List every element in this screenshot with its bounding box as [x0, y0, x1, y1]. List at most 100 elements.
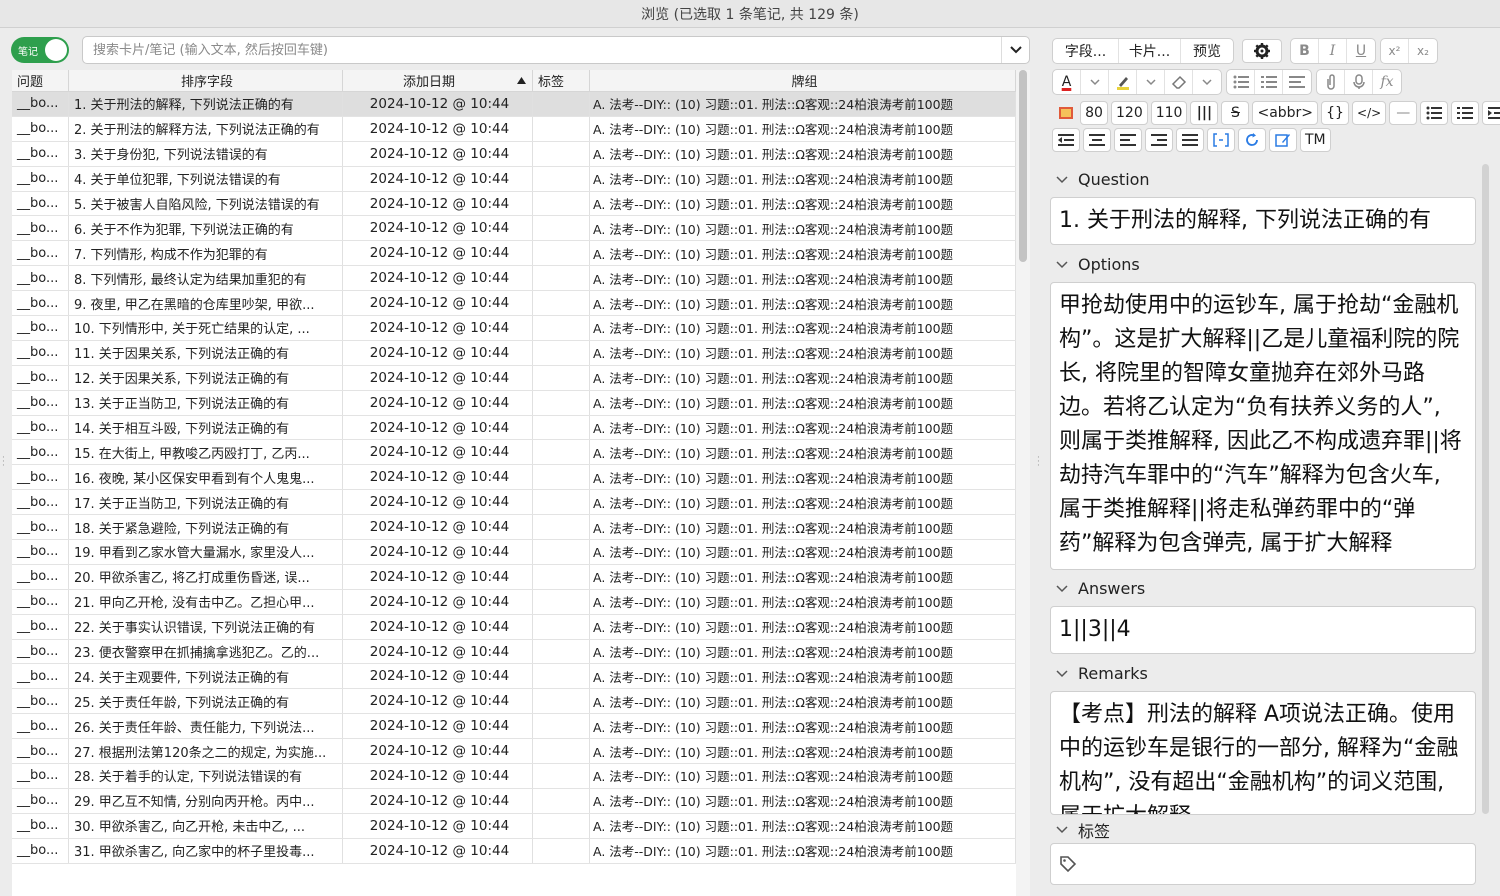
underline-button[interactable]: U: [1347, 39, 1375, 63]
options-button[interactable]: [1242, 39, 1282, 63]
cards-notes-toggle[interactable]: 笔记: [11, 37, 69, 63]
table-row[interactable]: __bo... 20. 甲欲杀害乙, 将乙打成重伤昏迷, 误... 2024-10-…: [12, 564, 1016, 590]
edit-html-button[interactable]: [1269, 128, 1297, 152]
table-row[interactable]: __bo... 6. 关于不作为犯罪, 下列说法正确的有 2024-10-12 @ …: [12, 216, 1016, 242]
column-header-question[interactable]: 问题: [12, 70, 69, 91]
table-row[interactable]: __bo... 8. 下列情形, 最终认定为结果加重犯的有 2024-10-12 @…: [12, 266, 1016, 292]
field-label-question[interactable]: Question: [1056, 170, 1150, 189]
table-row[interactable]: __bo... 31. 甲欲杀害乙, 向乙家中的杯子里投毒... 2024-10-1…: [12, 838, 1016, 864]
horizontal-rule-button[interactable]: —: [1389, 101, 1418, 125]
table-row[interactable]: __bo... 12. 关于因果关系, 下列说法正确的有 2024-10-12 @ …: [12, 365, 1016, 391]
fields-scrollbar[interactable]: [1480, 164, 1492, 814]
table-row[interactable]: __bo... 18. 关于紧急避险, 下列说法正确的有 2024-10-12 @ …: [12, 515, 1016, 541]
table-row[interactable]: __bo... 10. 下列情形中, 关于死亡结果的认定, ... 2024-10-…: [12, 316, 1016, 341]
tags-field[interactable]: [1050, 843, 1476, 885]
table-row[interactable]: __bo... 1. 关于刑法的解释, 下列说法正确的有 2024-10-12 @ …: [12, 92, 1016, 117]
table-row[interactable]: __bo... 3. 关于身份犯, 下列说法错误的有 2024-10-12 @ 10…: [12, 141, 1016, 167]
table-row[interactable]: __bo... 15. 在大街上, 甲教唆乙丙殴打丁, 乙丙... 2024-10-…: [12, 440, 1016, 466]
column-header-tags[interactable]: 标签: [533, 70, 590, 91]
clear-format-button[interactable]: [1165, 70, 1193, 94]
search-history-dropdown[interactable]: [1001, 37, 1029, 63]
record-audio-button[interactable]: [1345, 70, 1373, 94]
table-row[interactable]: __bo... 30. 甲欲杀害乙, 向乙开枪, 未击中乙, ... 2024-10…: [12, 813, 1016, 839]
table-row[interactable]: __bo... 5. 关于被害人自陷风险, 下列说法错误的有 2024-10-12 …: [12, 191, 1016, 217]
table-vertical-scrollbar[interactable]: [1016, 70, 1030, 896]
table-row[interactable]: __bo... 17. 关于正当防卫, 下列说法正确的有 2024-10-12 @ …: [12, 490, 1016, 516]
table-row[interactable]: __bo... 25. 关于责任年龄, 下列说法正确的有 2024-10-12 @ …: [12, 689, 1016, 715]
cloze-button[interactable]: [1207, 128, 1235, 152]
table-row[interactable]: __bo... 27. 根据刑法第120条之二的规定, 为实施... 2024-10…: [12, 739, 1016, 765]
text-color-button[interactable]: A: [1053, 70, 1081, 94]
align-button[interactable]: [1283, 70, 1311, 94]
outdent-button[interactable]: [1052, 128, 1080, 152]
code-button[interactable]: </>: [1352, 101, 1387, 125]
column-header-date-added[interactable]: 添加日期: [343, 70, 533, 91]
font-size-110-button[interactable]: 110: [1150, 101, 1188, 125]
fields-scroll-thumb[interactable]: [1482, 164, 1489, 814]
table-row[interactable]: __bo... 28. 关于着手的认定, 下列说法错误的有 2024-10-12 @…: [12, 764, 1016, 789]
table-row[interactable]: __bo... 16. 夜晚, 某小区保安甲看到有个人鬼鬼... 2024-10-1…: [12, 465, 1016, 491]
trademark-button[interactable]: TM: [1300, 128, 1331, 152]
refresh-button[interactable]: [1238, 128, 1266, 152]
columns-button[interactable]: |||: [1190, 101, 1219, 125]
pane-splitter-handle[interactable]: · · ·: [1037, 454, 1040, 471]
fields-button[interactable]: 字段...: [1053, 39, 1119, 63]
bullet-list-button[interactable]: [1227, 70, 1255, 94]
strikethrough-button[interactable]: S: [1221, 101, 1250, 125]
cell-sort-field: 24. 关于主观要件, 下列说法正确的有: [69, 664, 343, 689]
italic-button[interactable]: I: [1319, 39, 1347, 63]
table-row[interactable]: __bo... 26. 关于责任年龄、责任能力, 下列说法... 2024-10-1…: [12, 714, 1016, 740]
numbered-list-button[interactable]: [1255, 70, 1283, 94]
braces-button[interactable]: {}: [1321, 101, 1350, 125]
abbr-button[interactable]: <abbr>: [1252, 101, 1319, 125]
ordered-list-button[interactable]: [1451, 101, 1480, 125]
table-row[interactable]: __bo... 21. 甲向乙开枪, 没有击中乙。乙担心甲... 2024-10-1…: [12, 589, 1016, 615]
table-row[interactable]: __bo... 7. 下列情形, 构成不作为犯罪的有 2024-10-12 @ 10…: [12, 241, 1016, 267]
table-row[interactable]: __bo... 29. 甲乙互不知情, 分别向丙开枪。丙中... 2024-10-1…: [12, 788, 1016, 814]
unordered-list-button[interactable]: [1420, 101, 1449, 125]
answers-field[interactable]: 1||3||4: [1050, 606, 1476, 654]
table-row[interactable]: __bo... 24. 关于主观要件, 下列说法正确的有 2024-10-12 @ …: [12, 664, 1016, 690]
window-titlebar: 浏览 (已选取 1 条笔记, 共 129 条): [0, 0, 1500, 28]
table-row[interactable]: __bo... 22. 关于事实认识错误, 下列说法正确的有 2024-10-12 …: [12, 614, 1016, 640]
text-color-dropdown[interactable]: [1081, 70, 1109, 94]
options-field[interactable]: 甲抢劫使用中的运钞车, 属于抢劫“金融机构”。这是扩大解释||乙是儿童福利院的院…: [1050, 282, 1476, 570]
question-field[interactable]: 1. 关于刑法的解释, 下列说法正确的有: [1050, 197, 1476, 245]
table-row[interactable]: __bo... 23. 便衣警察甲在抓捕擒拿逃犯乙。乙的... 2024-10-12…: [12, 639, 1016, 665]
table-row[interactable]: __bo... 4. 关于单位犯罪, 下列说法错误的有 2024-10-12 @ 1…: [12, 166, 1016, 192]
clear-format-dropdown[interactable]: [1193, 70, 1221, 94]
table-row[interactable]: __bo... 2. 关于刑法的解释方法, 下列说法正确的有 2024-10-12 …: [12, 116, 1016, 142]
font-size-80-button[interactable]: 80: [1080, 101, 1108, 125]
attach-button[interactable]: [1317, 70, 1345, 94]
subscript-button[interactable]: x₂: [1409, 39, 1437, 63]
highlight-dropdown[interactable]: [1137, 70, 1165, 94]
highlight-button[interactable]: [1109, 70, 1137, 94]
formula-button[interactable]: fx: [1373, 70, 1401, 94]
field-label-options[interactable]: Options: [1056, 255, 1140, 274]
align-right-button[interactable]: [1145, 128, 1173, 152]
justify-button[interactable]: [1176, 128, 1204, 152]
left-splitter-handle[interactable]: · · ·: [2, 454, 5, 471]
field-label-answers[interactable]: Answers: [1056, 579, 1145, 598]
table-row[interactable]: __bo... 14. 关于相互斗殴, 下列说法正确的有 2024-10-12 @ …: [12, 415, 1016, 441]
table-row[interactable]: __bo... 19. 甲看到乙家水管大量漏水, 家里没人... 2024-10-1…: [12, 540, 1016, 565]
remarks-field[interactable]: 【考点】刑法的解释 A项说法正确。使用中的运钞车是银行的一部分, 解释为“金融机…: [1050, 691, 1476, 815]
column-header-deck[interactable]: 牌组: [590, 70, 1016, 91]
table-row[interactable]: __bo... 13. 关于正当防卫, 下列说法正确的有 2024-10-12 @ …: [12, 390, 1016, 416]
tags-section-label[interactable]: 标签: [1048, 818, 1488, 842]
align-center-button[interactable]: [1083, 128, 1111, 152]
table-row[interactable]: __bo... 11. 关于因果关系, 下列说法正确的有 2024-10-12 @ …: [12, 340, 1016, 366]
indent-button[interactable]: [1482, 101, 1500, 125]
search-input[interactable]: [83, 37, 1001, 63]
table-row[interactable]: __bo... 9. 夜里, 甲乙在黑暗的仓库里吵架, 甲欲... 2024-10-…: [12, 291, 1016, 317]
superscript-button[interactable]: x²: [1381, 39, 1409, 63]
image-occlusion-button[interactable]: [1052, 101, 1080, 125]
font-size-120-button[interactable]: 120: [1111, 101, 1148, 125]
column-header-sort-field[interactable]: 排序字段: [69, 70, 343, 91]
bold-button[interactable]: B: [1291, 39, 1319, 63]
preview-button[interactable]: 预览: [1181, 39, 1233, 63]
field-label-remarks[interactable]: Remarks: [1056, 664, 1148, 683]
cards-button[interactable]: 卡片...: [1119, 39, 1181, 63]
vertical-scroll-thumb[interactable]: [1019, 70, 1027, 262]
align-left-button[interactable]: [1114, 128, 1142, 152]
